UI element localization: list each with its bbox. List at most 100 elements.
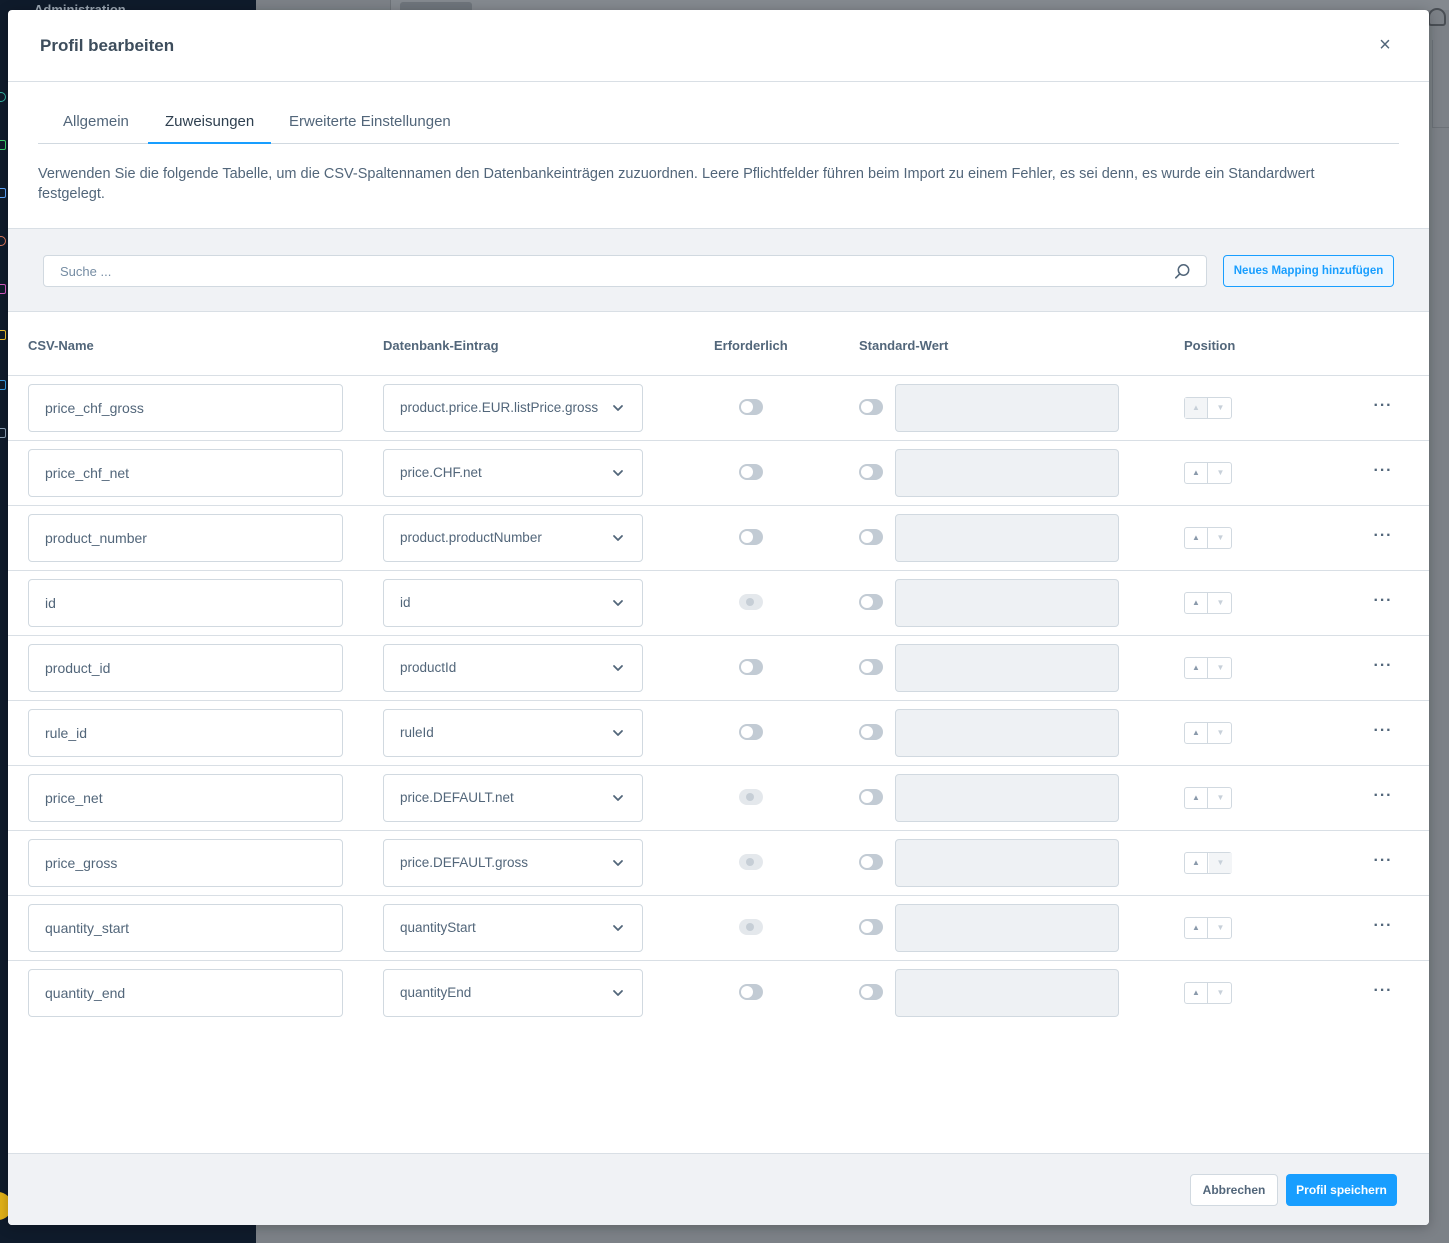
db-entry-select[interactable]: product.productNumber (383, 514, 643, 562)
more-options-icon[interactable]: ··· (1368, 786, 1398, 810)
csv-name-input[interactable]: product_number (28, 514, 343, 562)
chevron-down-icon (613, 405, 623, 411)
db-entry-select[interactable]: quantityStart (383, 904, 643, 952)
chevron-down-icon[interactable]: ▼ (1209, 528, 1232, 548)
chevron-down-icon[interactable]: ▼ (1209, 918, 1232, 938)
db-entry-value: price.DEFAULT.net (400, 790, 514, 805)
csv-name-input[interactable]: product_id (28, 644, 343, 692)
db-entry-value: price.CHF.net (400, 465, 482, 480)
toggle-knob (861, 401, 873, 413)
db-entry-select[interactable]: price.DEFAULT.gross (383, 839, 643, 887)
more-options-icon[interactable]: ··· (1368, 851, 1398, 875)
required-toggle[interactable] (739, 984, 763, 1000)
chevron-down-icon (613, 665, 623, 671)
default-value-toggle[interactable] (859, 594, 883, 610)
more-options-icon[interactable]: ··· (1368, 461, 1398, 485)
chevron-up-icon[interactable]: ▲ (1185, 723, 1208, 743)
save-profile-button[interactable]: Profil speichern (1286, 1174, 1397, 1206)
default-value-toggle[interactable] (859, 789, 883, 805)
csv-name-input[interactable]: price_chf_gross (28, 384, 343, 432)
db-entry-select[interactable]: id (383, 579, 643, 627)
toggle-knob (861, 986, 873, 998)
search-input[interactable] (44, 256, 1164, 286)
csv-name-input[interactable]: price_net (28, 774, 343, 822)
chevron-down-icon (613, 535, 623, 541)
default-value-toggle[interactable] (859, 659, 883, 675)
more-options-icon[interactable]: ··· (1368, 981, 1398, 1005)
table-row: product_id productId ▲ ▼ ··· (8, 636, 1429, 701)
toggle-knob (746, 858, 754, 866)
default-value-field (895, 579, 1119, 627)
db-entry-select[interactable]: product.price.EUR.listPrice.gross (383, 384, 643, 432)
chevron-up-icon[interactable]: ▲ (1185, 593, 1208, 613)
chevron-up-icon[interactable]: ▲ (1185, 788, 1208, 808)
required-toggle[interactable] (739, 399, 763, 415)
more-options-icon[interactable]: ··· (1368, 526, 1398, 550)
db-entry-select[interactable]: price.CHF.net (383, 449, 643, 497)
chevron-up-icon[interactable]: ▲ (1185, 528, 1208, 548)
required-toggle[interactable] (739, 464, 763, 480)
chevron-up-icon[interactable]: ▲ (1185, 983, 1208, 1003)
csv-name-input[interactable]: price_chf_net (28, 449, 343, 497)
tab-erweiterte-einstellungen[interactable]: Erweiterte Einstellungen (272, 102, 468, 144)
default-value-field (895, 644, 1119, 692)
default-value-toggle[interactable] (859, 724, 883, 740)
chevron-down-icon[interactable]: ▼ (1209, 658, 1232, 678)
chevron-down-icon[interactable]: ▼ (1209, 788, 1232, 808)
csv-name-input[interactable]: quantity_start (28, 904, 343, 952)
default-value-toggle[interactable] (859, 529, 883, 545)
position-control: ▲ ▼ (1184, 722, 1232, 744)
chevron-up-icon[interactable]: ▲ (1185, 918, 1208, 938)
db-entry-select[interactable]: productId (383, 644, 643, 692)
default-value-toggle[interactable] (859, 399, 883, 415)
more-options-icon[interactable]: ··· (1368, 721, 1398, 745)
csv-name-input[interactable]: price_gross (28, 839, 343, 887)
background-nav-icon (0, 428, 6, 438)
more-options-icon[interactable]: ··· (1368, 916, 1398, 940)
default-value-toggle[interactable] (859, 984, 883, 1000)
chevron-down-icon[interactable]: ▼ (1209, 593, 1232, 613)
chevron-up-icon[interactable]: ▲ (1185, 463, 1208, 483)
more-options-icon[interactable]: ··· (1368, 591, 1398, 615)
chevron-down-icon[interactable]: ▼ (1209, 398, 1232, 418)
db-entry-value: ruleId (400, 725, 434, 740)
csv-name-input[interactable]: quantity_end (28, 969, 343, 1017)
required-toggle[interactable] (739, 659, 763, 675)
column-header-db-entry: Datenbank-Eintrag (383, 338, 499, 353)
default-value-toggle[interactable] (859, 854, 883, 870)
db-entry-select[interactable]: price.DEFAULT.net (383, 774, 643, 822)
chevron-up-icon[interactable]: ▲ (1185, 658, 1208, 678)
chevron-up-icon[interactable]: ▲ (1185, 853, 1208, 873)
more-options-icon[interactable]: ··· (1368, 396, 1398, 420)
default-value-toggle[interactable] (859, 919, 883, 935)
tab-zuweisungen[interactable]: Zuweisungen (148, 102, 272, 144)
cancel-button[interactable]: Abbrechen (1190, 1174, 1278, 1206)
chevron-down-icon[interactable]: ▼ (1209, 463, 1232, 483)
column-header-default: Standard-Wert (859, 338, 949, 353)
edit-profile-modal: Profil bearbeiten × Allgemein Zuweisunge… (8, 10, 1429, 1225)
table-row: price_gross price.DEFAULT.gross ▲ ▼ ··· (8, 831, 1429, 896)
csv-name-input[interactable]: id (28, 579, 343, 627)
db-entry-select[interactable]: ruleId (383, 709, 643, 757)
default-value-field (895, 709, 1119, 757)
more-options-icon[interactable]: ··· (1368, 656, 1398, 680)
background-nav-icon (0, 92, 6, 102)
toggle-knob (861, 531, 873, 543)
db-entry-select[interactable]: quantityEnd (383, 969, 643, 1017)
background-nav-icon (0, 236, 6, 246)
column-header-csv-name: CSV-Name (28, 338, 94, 353)
chevron-down-icon[interactable]: ▼ (1209, 983, 1232, 1003)
required-toggle[interactable] (739, 724, 763, 740)
position-control: ▲ ▼ (1184, 657, 1232, 679)
tab-allgemein[interactable]: Allgemein (46, 102, 146, 144)
add-mapping-button[interactable]: Neues Mapping hinzufügen (1223, 255, 1394, 287)
required-toggle (739, 789, 763, 805)
close-icon[interactable]: × (1374, 34, 1396, 56)
csv-name-input[interactable]: rule_id (28, 709, 343, 757)
default-value-field (895, 384, 1119, 432)
search-icon[interactable] (1174, 263, 1191, 280)
background-nav-icon (0, 330, 6, 340)
chevron-down-icon[interactable]: ▼ (1209, 723, 1232, 743)
default-value-toggle[interactable] (859, 464, 883, 480)
required-toggle[interactable] (739, 529, 763, 545)
